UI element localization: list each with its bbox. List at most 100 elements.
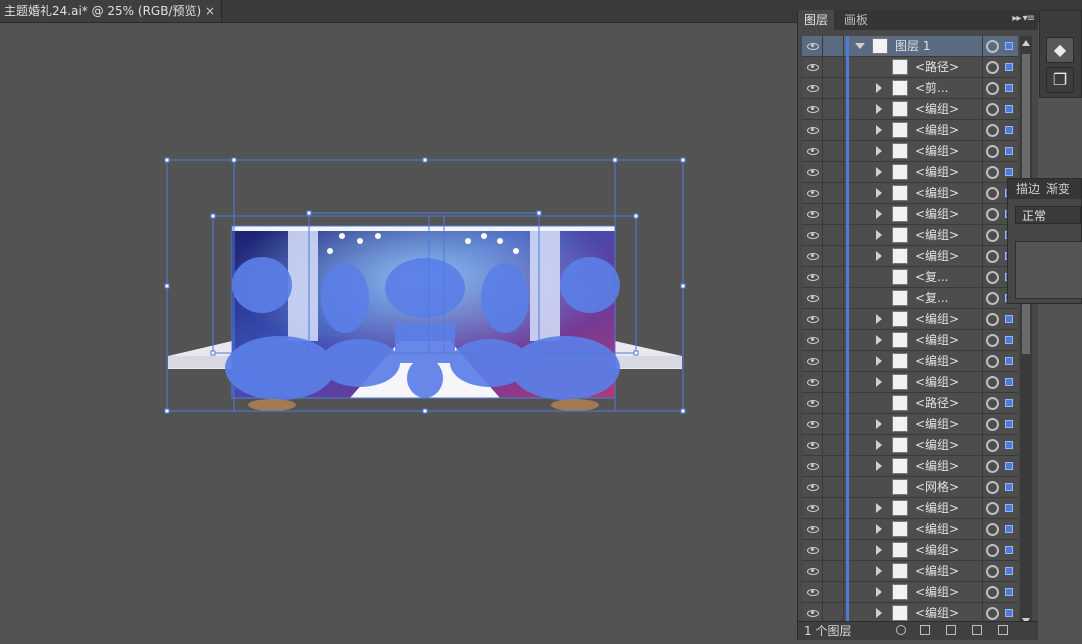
target-circle-icon[interactable] bbox=[986, 124, 999, 137]
expand-triangle-icon[interactable] bbox=[876, 104, 882, 114]
lock-toggle[interactable] bbox=[823, 561, 844, 581]
target-circle-icon[interactable] bbox=[986, 502, 999, 515]
target-circle-icon[interactable] bbox=[986, 229, 999, 242]
selection-square-icon[interactable] bbox=[1005, 483, 1013, 491]
visibility-eye-icon[interactable] bbox=[802, 519, 823, 539]
lock-toggle[interactable] bbox=[823, 498, 844, 518]
selection-square-icon[interactable] bbox=[1005, 84, 1013, 92]
target-circle-icon[interactable] bbox=[986, 586, 999, 599]
lock-toggle[interactable] bbox=[823, 582, 844, 602]
lock-toggle[interactable] bbox=[823, 603, 844, 623]
target-circle-icon[interactable] bbox=[986, 376, 999, 389]
new-layer-icon[interactable] bbox=[972, 625, 982, 635]
selection-square-icon[interactable] bbox=[1005, 315, 1013, 323]
layer-row[interactable]: <编组> bbox=[802, 519, 1018, 540]
lock-toggle[interactable] bbox=[823, 393, 844, 413]
selection-square-icon[interactable] bbox=[1005, 63, 1013, 71]
target-circle-icon[interactable] bbox=[986, 166, 999, 179]
selection-square-icon[interactable] bbox=[1005, 126, 1013, 134]
expand-triangle-icon[interactable] bbox=[876, 188, 882, 198]
target-circle-icon[interactable] bbox=[986, 397, 999, 410]
target-circle-icon[interactable] bbox=[986, 607, 999, 620]
target-circle-icon[interactable] bbox=[986, 103, 999, 116]
target-circle-icon[interactable] bbox=[986, 82, 999, 95]
layer-row[interactable]: <编组> bbox=[802, 120, 1018, 141]
visibility-eye-icon[interactable] bbox=[802, 225, 823, 245]
layer-name[interactable]: <剪... bbox=[915, 78, 949, 98]
layer-name[interactable]: <编组> bbox=[915, 351, 959, 371]
selection-square-icon[interactable] bbox=[1005, 42, 1013, 50]
visibility-eye-icon[interactable] bbox=[802, 498, 823, 518]
expand-triangle-icon[interactable] bbox=[876, 125, 882, 135]
visibility-eye-icon[interactable] bbox=[802, 540, 823, 560]
layer-name[interactable]: <编组> bbox=[915, 309, 959, 329]
expand-triangle-icon[interactable] bbox=[876, 587, 882, 597]
expand-triangle-icon[interactable] bbox=[876, 440, 882, 450]
layer-name[interactable]: <编组> bbox=[915, 183, 959, 203]
lock-toggle[interactable] bbox=[823, 141, 844, 161]
lock-toggle[interactable] bbox=[823, 99, 844, 119]
visibility-eye-icon[interactable] bbox=[802, 561, 823, 581]
lock-toggle[interactable] bbox=[823, 540, 844, 560]
target-circle-icon[interactable] bbox=[986, 481, 999, 494]
target-circle-icon[interactable] bbox=[986, 565, 999, 578]
layers-dock-icon[interactable]: ◆ bbox=[1046, 37, 1074, 63]
layer-name[interactable]: <复... bbox=[915, 267, 949, 287]
lock-toggle[interactable] bbox=[823, 330, 844, 350]
layer-name[interactable]: <编组> bbox=[915, 498, 959, 518]
artboards-dock-icon[interactable]: ❐ bbox=[1046, 67, 1074, 93]
lock-toggle[interactable] bbox=[823, 36, 844, 56]
scroll-up-icon[interactable] bbox=[1022, 40, 1030, 46]
layers-list[interactable]: 图层 1 <路径> <剪... <编组> <编组> <编组> <编组> <编组> <编组> <编… bbox=[802, 36, 1018, 628]
layer-name[interactable]: <编组> bbox=[915, 603, 959, 623]
lock-toggle[interactable] bbox=[823, 351, 844, 371]
selection-square-icon[interactable] bbox=[1005, 420, 1013, 428]
blend-mode-select[interactable]: 正常 bbox=[1015, 206, 1081, 224]
lock-toggle[interactable] bbox=[823, 372, 844, 392]
selection-square-icon[interactable] bbox=[1005, 462, 1013, 470]
lock-toggle[interactable] bbox=[823, 57, 844, 77]
layer-row[interactable]: <编组> bbox=[802, 540, 1018, 561]
layer-name[interactable]: <编组> bbox=[915, 372, 959, 392]
visibility-eye-icon[interactable] bbox=[802, 351, 823, 371]
layer-row[interactable]: <编组> bbox=[802, 225, 1018, 246]
layer-row[interactable]: <编组> bbox=[802, 330, 1018, 351]
artwork-illustration[interactable] bbox=[0, 23, 800, 640]
visibility-eye-icon[interactable] bbox=[802, 372, 823, 392]
visibility-eye-icon[interactable] bbox=[802, 99, 823, 119]
layer-name[interactable]: <编组> bbox=[915, 120, 959, 140]
visibility-eye-icon[interactable] bbox=[802, 288, 823, 308]
selection-square-icon[interactable] bbox=[1005, 105, 1013, 113]
visibility-eye-icon[interactable] bbox=[802, 36, 823, 56]
layer-row[interactable]: <复... bbox=[802, 288, 1018, 309]
target-circle-icon[interactable] bbox=[986, 439, 999, 452]
expand-triangle-icon[interactable] bbox=[876, 146, 882, 156]
visibility-eye-icon[interactable] bbox=[802, 393, 823, 413]
expand-triangle-icon[interactable] bbox=[876, 566, 882, 576]
layer-name[interactable]: <编组> bbox=[915, 330, 959, 350]
layer-row[interactable]: <编组> bbox=[802, 372, 1018, 393]
lock-toggle[interactable] bbox=[823, 309, 844, 329]
visibility-eye-icon[interactable] bbox=[802, 582, 823, 602]
lock-toggle[interactable] bbox=[823, 477, 844, 497]
expand-triangle-icon[interactable] bbox=[876, 461, 882, 471]
lock-toggle[interactable] bbox=[823, 120, 844, 140]
expand-triangle-icon[interactable] bbox=[876, 377, 882, 387]
document-tab[interactable]: 主题婚礼24.ai* @ 25% (RGB/预览) × bbox=[0, 0, 222, 22]
selection-square-icon[interactable] bbox=[1005, 504, 1013, 512]
expand-triangle-icon[interactable] bbox=[876, 230, 882, 240]
target-circle-icon[interactable] bbox=[986, 523, 999, 536]
layer-row-top[interactable]: 图层 1 bbox=[802, 36, 1018, 57]
lock-toggle[interactable] bbox=[823, 435, 844, 455]
layer-row[interactable]: <复... bbox=[802, 267, 1018, 288]
layer-name[interactable]: <编组> bbox=[915, 246, 959, 266]
layer-row[interactable]: <编组> bbox=[802, 246, 1018, 267]
create-sublayer-icon[interactable] bbox=[946, 625, 956, 635]
visibility-eye-icon[interactable] bbox=[802, 456, 823, 476]
expand-triangle-icon[interactable] bbox=[876, 419, 882, 429]
layer-name[interactable]: <编组> bbox=[915, 204, 959, 224]
layer-name[interactable]: <复... bbox=[915, 288, 949, 308]
layers-scrollbar[interactable] bbox=[1020, 36, 1032, 628]
target-circle-icon[interactable] bbox=[986, 187, 999, 200]
selection-square-icon[interactable] bbox=[1005, 441, 1013, 449]
